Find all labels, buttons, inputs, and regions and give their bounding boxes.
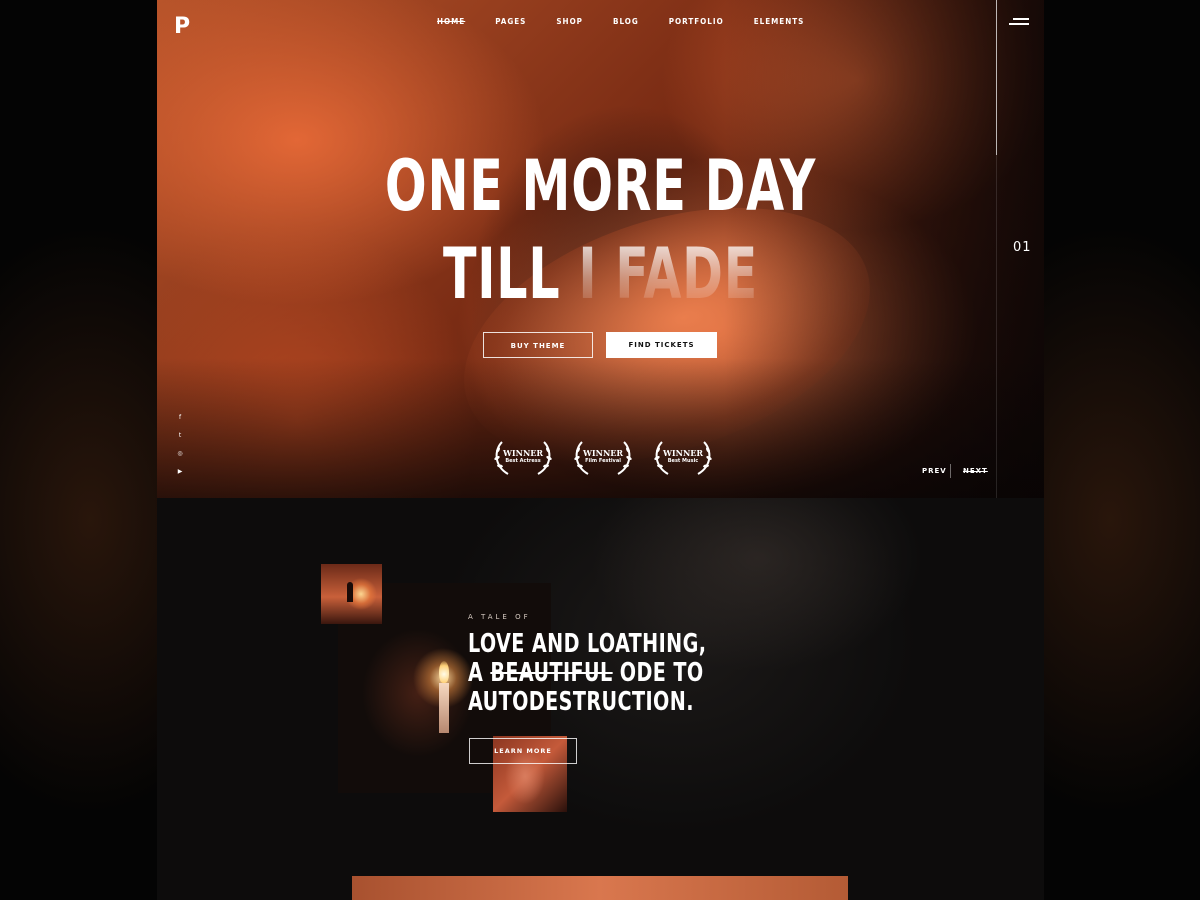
award-title: WINNER bbox=[502, 448, 544, 458]
learn-more-button[interactable]: LEARN MORE bbox=[469, 738, 577, 764]
slide-progress-track bbox=[996, 155, 997, 498]
hero-slider: P HOME PAGES SHOP BLOG PORTFOLIO ELEMENT… bbox=[157, 0, 1044, 498]
silhouette-shape bbox=[347, 582, 353, 602]
headline-line-2a: TILL bbox=[442, 233, 561, 315]
story-heading: LOVE AND LOATHING, A BEAUTIFUL ODE TO AU… bbox=[468, 630, 730, 717]
award-laurel: WINNER Best Actress bbox=[492, 436, 554, 478]
slide-progress-bar bbox=[996, 0, 997, 155]
nav-item-pages[interactable]: PAGES bbox=[495, 17, 526, 26]
award-laurel: WINNER Best Music bbox=[652, 436, 714, 478]
award-subtitle: Best Music bbox=[667, 458, 699, 464]
flame-shape bbox=[439, 661, 449, 683]
headline-line-2b: I FADE bbox=[578, 233, 759, 315]
sunset-photo bbox=[321, 564, 382, 624]
facebook-icon[interactable]: f bbox=[176, 414, 184, 422]
social-links: f t ◎ ▶ bbox=[176, 414, 184, 486]
award-subtitle: Film Festival bbox=[585, 458, 621, 464]
prev-slide-button[interactable]: PREV bbox=[922, 467, 947, 475]
pager-divider bbox=[950, 464, 951, 478]
story-line-2-strike: BEAUTIFUL bbox=[490, 658, 613, 688]
nav-item-portfolio[interactable]: PORTFOLIO bbox=[669, 17, 724, 26]
twitter-icon[interactable]: t bbox=[176, 432, 184, 440]
award-title: WINNER bbox=[662, 448, 704, 458]
story-line-2a: A bbox=[468, 658, 484, 688]
slide-number: 01 bbox=[1013, 240, 1032, 255]
awards-row: WINNER Best Actress WINNER Film Festival… bbox=[492, 436, 714, 478]
award-title: WINNER bbox=[582, 448, 624, 458]
site-page: P HOME PAGES SHOP BLOG PORTFOLIO ELEMENT… bbox=[157, 0, 1044, 900]
award-subtitle: Best Actress bbox=[505, 458, 541, 464]
nav-item-home[interactable]: HOME bbox=[437, 17, 465, 26]
hero-headline: ONE MORE DAY TILL I FADE bbox=[255, 142, 947, 318]
nav-item-blog[interactable]: BLOG bbox=[613, 17, 639, 26]
instagram-icon[interactable]: ◎ bbox=[176, 450, 184, 458]
nav-item-shop[interactable]: SHOP bbox=[556, 17, 583, 26]
nav-item-elements[interactable]: ELEMENTS bbox=[754, 17, 805, 26]
hamburger-menu-icon[interactable] bbox=[1009, 17, 1029, 27]
main-nav: HOME PAGES SHOP BLOG PORTFOLIO ELEMENTS bbox=[437, 17, 834, 26]
youtube-icon[interactable]: ▶ bbox=[176, 468, 184, 476]
story-line-2b: ODE TO bbox=[619, 658, 704, 688]
buy-theme-button[interactable]: BUY THEME bbox=[483, 332, 593, 358]
story-line-1: LOVE AND LOATHING, bbox=[468, 629, 707, 659]
candle-shape bbox=[439, 683, 449, 733]
award-laurel: WINNER Film Festival bbox=[572, 436, 634, 478]
story-line-3: AUTODESTRUCTION. bbox=[468, 687, 694, 717]
story-eyebrow: A TALE OF bbox=[468, 613, 531, 621]
next-slide-button[interactable]: NEXT bbox=[963, 467, 988, 475]
site-logo[interactable]: P bbox=[174, 14, 190, 39]
find-tickets-button[interactable]: FIND TICKETS bbox=[606, 332, 717, 358]
headline-line-1: ONE MORE DAY bbox=[384, 145, 817, 227]
next-section-preview bbox=[352, 876, 848, 900]
